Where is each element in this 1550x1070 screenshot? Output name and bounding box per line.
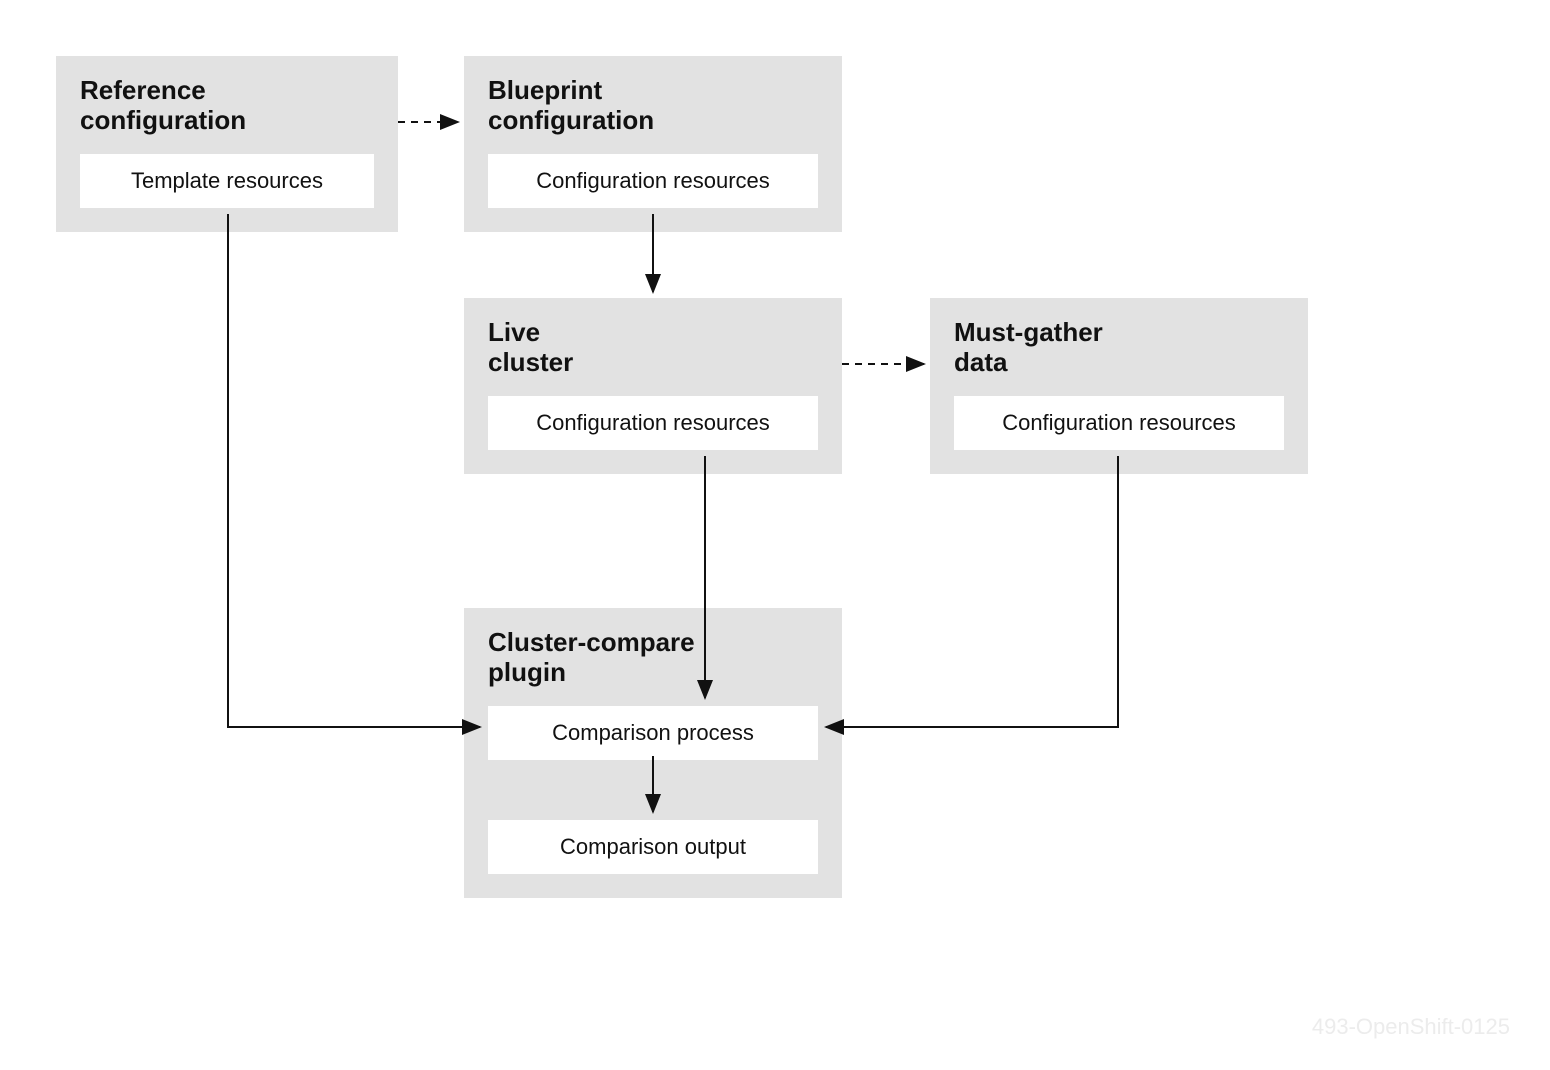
resource-comparison-output: Comparison output: [488, 820, 818, 874]
box-title: Blueprint configuration: [488, 76, 818, 136]
box-title: Cluster-compare plugin: [488, 628, 818, 688]
resource-configuration: Configuration resources: [954, 396, 1284, 450]
box-blueprint-configuration: Blueprint configuration Configuration re…: [464, 56, 842, 232]
title-line-2: data: [954, 347, 1007, 377]
box-title: Must-gather data: [954, 318, 1284, 378]
watermark: 493-OpenShift-0125: [1312, 1014, 1510, 1040]
box-cluster-compare-plugin: Cluster-compare plugin Comparison proces…: [464, 608, 842, 898]
arrow-mustgather-to-process: [826, 456, 1118, 727]
title-line-1: Must-gather: [954, 317, 1103, 347]
box-reference-configuration: Reference configuration Template resourc…: [56, 56, 398, 232]
title-line-2: cluster: [488, 347, 573, 377]
resource-configuration: Configuration resources: [488, 396, 818, 450]
box-must-gather-data: Must-gather data Configuration resources: [930, 298, 1308, 474]
title-line-2: configuration: [488, 105, 654, 135]
box-live-cluster: Live cluster Configuration resources: [464, 298, 842, 474]
title-line-1: Cluster-compare: [488, 627, 695, 657]
title-line-1: Live: [488, 317, 540, 347]
title-line-1: Blueprint: [488, 75, 602, 105]
resource-comparison-process: Comparison process: [488, 706, 818, 760]
box-title: Reference configuration: [80, 76, 374, 136]
resource-configuration: Configuration resources: [488, 154, 818, 208]
title-line-2: plugin: [488, 657, 566, 687]
box-title: Live cluster: [488, 318, 818, 378]
title-line-1: Reference: [80, 75, 206, 105]
resource-template: Template resources: [80, 154, 374, 208]
arrow-reference-to-process: [228, 214, 480, 727]
title-line-2: configuration: [80, 105, 246, 135]
diagram-container: Reference configuration Template resourc…: [0, 0, 1550, 1070]
